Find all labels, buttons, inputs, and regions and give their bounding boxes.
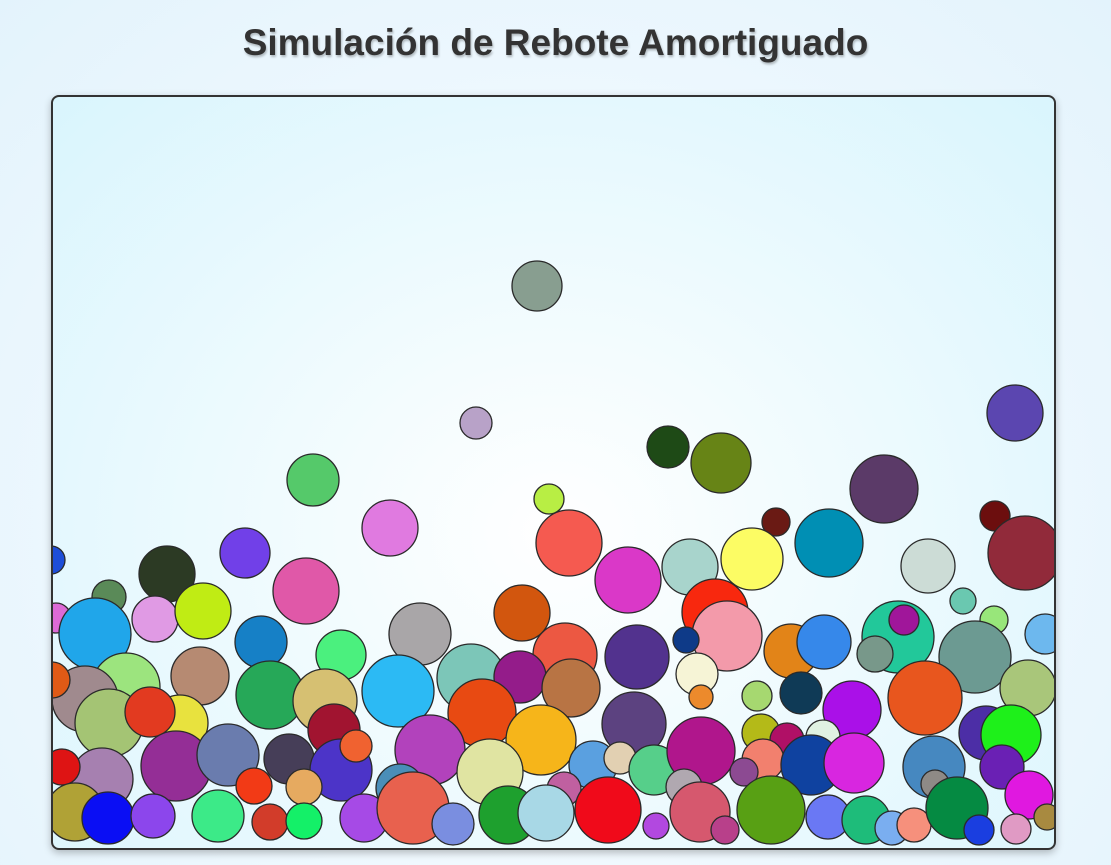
bouncing-ball xyxy=(672,626,700,654)
bouncing-ball xyxy=(887,660,963,736)
bouncing-ball xyxy=(849,454,919,524)
bouncing-ball xyxy=(1033,803,1054,831)
bouncing-ball xyxy=(131,595,179,643)
bouncing-ball xyxy=(963,814,995,846)
bouncing-ball xyxy=(604,624,670,690)
bouncing-ball xyxy=(796,614,852,670)
bouncing-ball xyxy=(987,515,1054,591)
bouncing-ball xyxy=(646,425,690,469)
bouncing-ball xyxy=(986,384,1044,442)
bouncing-ball xyxy=(174,582,232,640)
bouncing-ball xyxy=(642,812,670,840)
bouncing-ball xyxy=(823,732,885,794)
bouncing-ball xyxy=(888,604,920,636)
bouncing-ball xyxy=(517,784,575,842)
bouncing-ball xyxy=(949,587,977,615)
bouncing-ball xyxy=(856,635,894,673)
bouncing-ball xyxy=(720,527,784,591)
simulation-canvas[interactable] xyxy=(51,95,1056,850)
bouncing-ball xyxy=(191,789,245,843)
bouncing-ball xyxy=(81,791,135,845)
bouncing-ball xyxy=(235,767,273,805)
bouncing-ball xyxy=(688,684,714,710)
page-title: Simulación de Rebote Amortiguado xyxy=(242,22,869,63)
bouncing-ball xyxy=(1000,813,1032,845)
bouncing-ball xyxy=(339,729,373,763)
bouncing-ball xyxy=(251,803,289,841)
bouncing-ball xyxy=(285,802,323,840)
bouncing-ball xyxy=(130,793,176,839)
bouncing-ball xyxy=(219,527,271,579)
bouncing-ball xyxy=(53,545,66,575)
bouncing-ball xyxy=(124,686,176,738)
balls-layer xyxy=(53,260,1054,846)
bouncing-ball xyxy=(690,432,752,494)
bouncing-ball xyxy=(431,802,475,846)
bouncing-ball xyxy=(361,499,419,557)
bouncing-ball xyxy=(794,508,864,578)
bouncing-ball xyxy=(285,768,323,806)
bouncing-ball xyxy=(272,557,340,625)
bouncing-ball xyxy=(459,406,493,440)
bouncing-ball xyxy=(900,538,956,594)
bouncing-ball xyxy=(574,776,642,844)
bouncing-ball xyxy=(286,453,340,507)
bouncing-ball xyxy=(535,509,603,577)
bouncing-ball xyxy=(234,615,288,669)
bouncing-ball xyxy=(511,260,563,312)
bouncing-ball xyxy=(779,671,823,715)
bouncing-ball xyxy=(533,483,565,515)
bouncing-ball xyxy=(741,680,773,712)
bouncing-ball xyxy=(1024,613,1054,655)
bouncing-ball xyxy=(736,775,806,845)
bouncing-ball xyxy=(710,815,740,845)
bouncing-ball xyxy=(594,546,662,614)
